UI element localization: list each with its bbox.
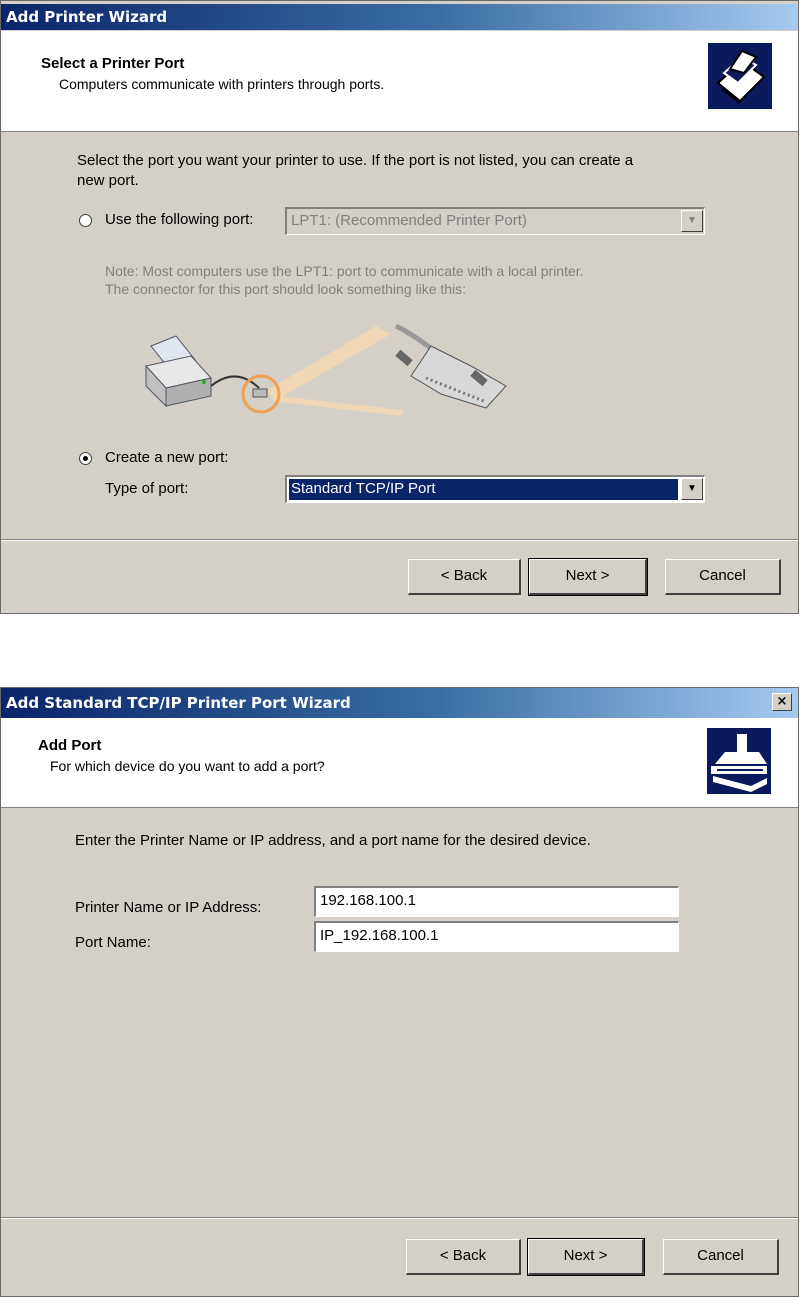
back-button[interactable]: < Back <box>406 1239 521 1275</box>
add-printer-wizard-dialog: Add Printer Wizard Select a Printer Port… <box>0 0 799 614</box>
printer-name-field[interactable]: 192.168.100.1 <box>314 886 679 917</box>
back-button[interactable]: < Back <box>408 559 521 595</box>
existing-port-dropdown[interactable]: LPT1: (Recommended Printer Port) ▼ <box>285 207 705 235</box>
port-name-label: Port Name: <box>75 934 151 951</box>
instruction-line-2: new port. <box>77 172 139 189</box>
header-title: Select a Printer Port <box>41 55 185 72</box>
title-bar: Add Printer Wizard <box>1 4 798 30</box>
note-line-1: Note: Most computers use the LPT1: port … <box>105 263 584 279</box>
create-new-port-radio[interactable] <box>79 452 92 465</box>
chevron-down-icon[interactable]: ▼ <box>681 210 703 232</box>
next-button[interactable]: Next > <box>527 1238 645 1276</box>
printer-icon <box>708 43 772 109</box>
port-name-field[interactable]: IP_192.168.100.1 <box>314 921 679 952</box>
chevron-down-icon[interactable]: ▼ <box>681 478 703 500</box>
instruction-line-1: Select the port you want your printer to… <box>77 152 634 169</box>
cancel-button[interactable]: Cancel <box>663 1239 779 1275</box>
wizard-header: Select a Printer Port Computers communic… <box>1 31 798 132</box>
title-bar: Add Standard TCP/IP Printer Port Wizard <box>1 688 798 718</box>
add-tcpip-port-wizard-dialog: Add Standard TCP/IP Printer Port Wizard … <box>0 687 799 1297</box>
wizard-header: Add Port For which device do you want to… <box>1 718 798 808</box>
cancel-button[interactable]: Cancel <box>665 559 781 595</box>
header-subtitle: For which device do you want to add a po… <box>50 758 325 774</box>
next-button[interactable]: Next > <box>528 558 648 596</box>
use-following-port-radio[interactable] <box>79 214 92 227</box>
header-title: Add Port <box>38 737 102 754</box>
radio-selected-dot <box>83 456 88 461</box>
type-of-port-label: Type of port: <box>105 480 189 497</box>
footer-divider <box>1 539 798 541</box>
use-following-port-label[interactable]: Use the following port: <box>105 211 253 228</box>
type-of-port-dropdown[interactable]: Standard TCP/IP Port ▼ <box>285 475 705 503</box>
close-button[interactable]: × <box>772 693 792 711</box>
create-new-port-label[interactable]: Create a new port: <box>105 449 228 466</box>
lpt-connector-illustration <box>141 316 541 426</box>
existing-port-value: LPT1: (Recommended Printer Port) <box>291 212 527 229</box>
header-subtitle: Computers communicate with printers thro… <box>59 76 385 92</box>
footer-divider <box>1 1217 798 1219</box>
note-line-2: The connector for this port should look … <box>105 281 467 297</box>
instruction-text: Enter the Printer Name or IP address, an… <box>75 832 591 849</box>
printer-name-label: Printer Name or IP Address: <box>75 899 262 916</box>
printer-port-icon <box>707 728 771 794</box>
type-of-port-value: Standard TCP/IP Port <box>289 479 678 500</box>
